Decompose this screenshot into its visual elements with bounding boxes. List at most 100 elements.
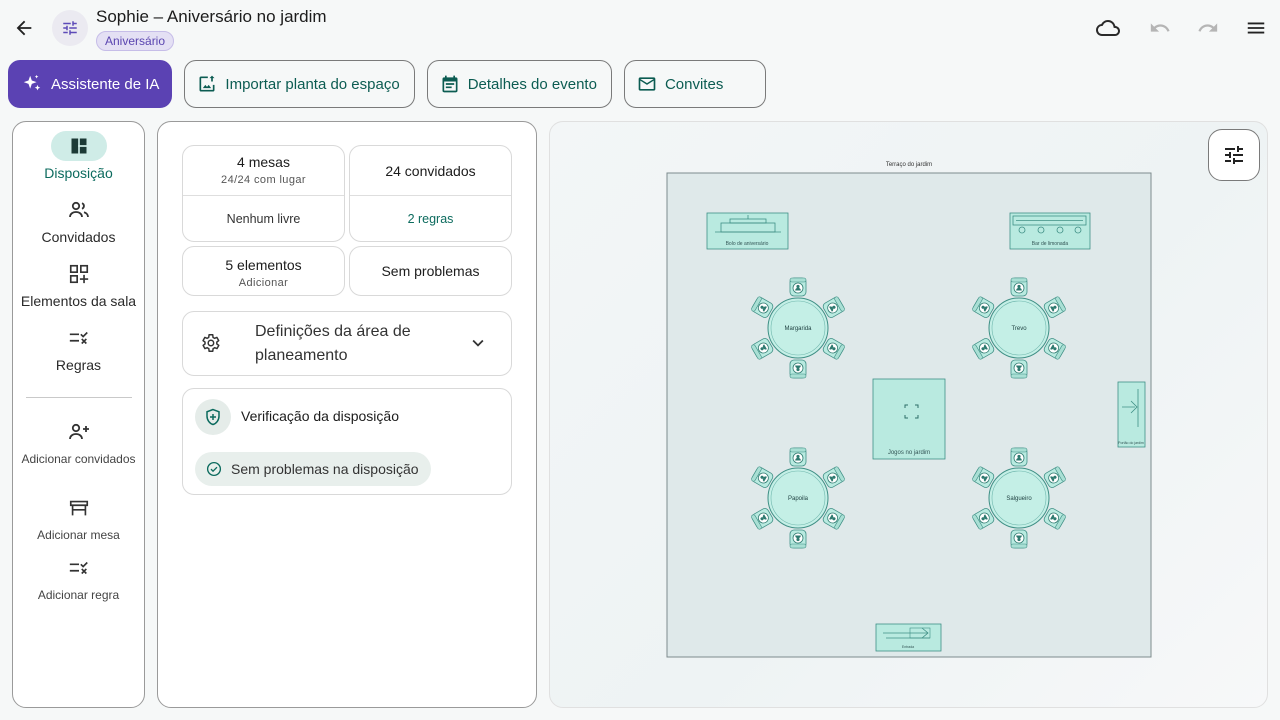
table-name: Trevo xyxy=(1011,326,1027,332)
area-title: Terraço do jardim xyxy=(886,162,932,168)
shield-check-icon xyxy=(206,408,220,426)
shield-icon-container xyxy=(195,399,231,435)
mail-icon xyxy=(638,77,656,91)
menu-icon xyxy=(1247,22,1265,34)
add-rule-button[interactable]: Adicionar regra xyxy=(13,553,144,603)
event-settings-button[interactable] xyxy=(52,10,88,46)
check-circle-icon xyxy=(206,461,222,477)
guest-icon xyxy=(1017,537,1021,542)
chair[interactable] xyxy=(789,529,807,549)
invites-label: Convites xyxy=(664,75,724,93)
summary-panel: 4 mesas 24/24 com lugar Nenhum livre 24 … xyxy=(157,121,537,708)
chair[interactable] xyxy=(1010,359,1028,379)
side-gate-element[interactable]: Portão do jardim xyxy=(1117,381,1146,448)
bar-label: Bar de limonada xyxy=(1032,241,1069,247)
add-guests-button[interactable]: Adicionar convidados xyxy=(13,417,144,467)
guest-icon xyxy=(796,537,800,542)
nav-item-layout[interactable]: Disposição xyxy=(13,131,144,181)
ai-assistant-label: Assistente de IA xyxy=(51,75,160,93)
arrow-left-icon xyxy=(16,20,32,36)
event-type-chip: Aniversário xyxy=(96,31,175,51)
event-details-label: Detalhes do evento xyxy=(467,75,597,93)
nav-item-room-elements[interactable]: Elementos da sala xyxy=(13,259,144,309)
guest-icon xyxy=(796,367,800,372)
nav-label-layout: Disposição xyxy=(44,165,113,181)
rule-add-icon xyxy=(69,561,88,575)
menu-button[interactable] xyxy=(1242,14,1270,42)
grid-add-icon xyxy=(69,264,88,284)
free-seats: Nenhum livre xyxy=(226,211,301,226)
nav-active-indicator xyxy=(50,131,107,161)
games-label: Jogos no jardim xyxy=(888,450,930,456)
table-icon xyxy=(69,500,88,516)
nav-label-room-elements: Elementos da sala xyxy=(20,293,137,309)
event-title: Sophie – Aniversário no jardim xyxy=(96,7,327,26)
event-details-button[interactable]: Detalhes do evento xyxy=(426,60,612,108)
elements-stat-card[interactable]: 5 elementos Adicionar xyxy=(182,246,345,296)
chevron-down-icon xyxy=(472,339,484,347)
problems-stat-card[interactable]: Sem problemas xyxy=(349,246,512,296)
navigation-rail: Disposição Convidados Elementos da sala … xyxy=(12,121,145,708)
redo-icon xyxy=(1198,23,1218,32)
sparkle-icon xyxy=(23,74,41,91)
tune-icon xyxy=(1225,146,1243,164)
add-guests-label: Adicionar convidados xyxy=(21,452,136,466)
floorplan-svg: Terraço do jardim Bolo de aniversário Ba… xyxy=(666,162,1152,658)
verification-title: Verificação da disposição xyxy=(241,408,399,424)
rule-icon xyxy=(69,331,88,345)
guest-icon xyxy=(796,454,800,459)
nav-label-rules: Regras xyxy=(55,357,102,373)
import-floorplan-button[interactable]: Importar planta do espaço xyxy=(184,60,415,108)
ai-assistant-button[interactable]: Assistente de IA xyxy=(8,60,173,108)
dashboard-icon xyxy=(71,138,86,154)
add-table-button[interactable]: Adicionar mesa xyxy=(13,493,144,543)
elements-count: 5 elementos xyxy=(225,257,302,273)
tables-stat-card[interactable]: 4 mesas 24/24 com lugar Nenhum livre xyxy=(182,145,345,242)
image-upload-icon xyxy=(199,75,215,92)
chair[interactable] xyxy=(1010,529,1028,549)
tables-count: 4 mesas xyxy=(237,154,290,170)
nav-item-rules[interactable]: Regras xyxy=(13,323,144,373)
rules-count-link[interactable]: 2 regras xyxy=(350,196,511,241)
floorplan-canvas[interactable]: Terraço do jardim Bolo de aniversário Ba… xyxy=(549,121,1268,708)
nav-label-guests: Convidados xyxy=(41,229,116,245)
top-bar: Sophie – Aniversário no jardim Aniversár… xyxy=(0,0,1280,56)
tune-icon xyxy=(63,21,77,35)
planning-area-settings[interactable]: Definições da área de planeamento xyxy=(182,311,512,376)
redo-button[interactable] xyxy=(1194,14,1222,42)
guests-count: 24 convidados xyxy=(385,163,476,179)
people-icon xyxy=(68,201,89,218)
chair[interactable] xyxy=(789,359,807,379)
lemonade-bar-element[interactable]: Bar de limonada xyxy=(1009,212,1091,250)
filter-settings-button[interactable] xyxy=(1208,129,1260,181)
seated-count: 24/24 com lugar xyxy=(221,174,306,186)
verification-status-chip: Sem problemas na disposição xyxy=(195,452,431,486)
calendar-icon xyxy=(442,75,458,93)
chair[interactable] xyxy=(1010,277,1028,297)
cake-label: Bolo de aniversário xyxy=(726,241,769,247)
entrance-label: Entrada xyxy=(902,645,914,649)
import-floorplan-label: Importar planta do espaço xyxy=(225,75,400,93)
side-gate-label: Portão do jardim xyxy=(1118,441,1144,445)
person-add-icon xyxy=(68,423,89,440)
nav-item-guests[interactable]: Convidados xyxy=(13,195,144,245)
invites-button[interactable]: Convites xyxy=(623,60,766,108)
entrance-element[interactable]: Entrada xyxy=(875,623,942,652)
guest-icon xyxy=(796,284,800,289)
add-rule-label: Adicionar regra xyxy=(37,588,120,602)
cloud-sync-button[interactable] xyxy=(1094,14,1122,42)
garden-games-element[interactable]: Jogos no jardim xyxy=(872,378,946,460)
undo-icon xyxy=(1150,23,1170,32)
problems-status: Sem problemas xyxy=(381,263,480,279)
chair[interactable] xyxy=(789,447,807,467)
guests-stat-card[interactable]: 24 convidados 2 regras xyxy=(349,145,512,242)
nav-divider xyxy=(26,397,132,398)
verification-status-text: Sem problemas na disposição xyxy=(231,461,419,477)
add-element-link[interactable]: Adicionar xyxy=(183,277,344,289)
chair[interactable] xyxy=(1010,447,1028,467)
back-button[interactable] xyxy=(10,14,38,42)
layout-verification-card: Verificação da disposição Sem problemas … xyxy=(182,388,512,495)
chair[interactable] xyxy=(789,277,807,297)
undo-button[interactable] xyxy=(1146,14,1174,42)
cake-element[interactable]: Bolo de aniversário xyxy=(706,212,789,250)
